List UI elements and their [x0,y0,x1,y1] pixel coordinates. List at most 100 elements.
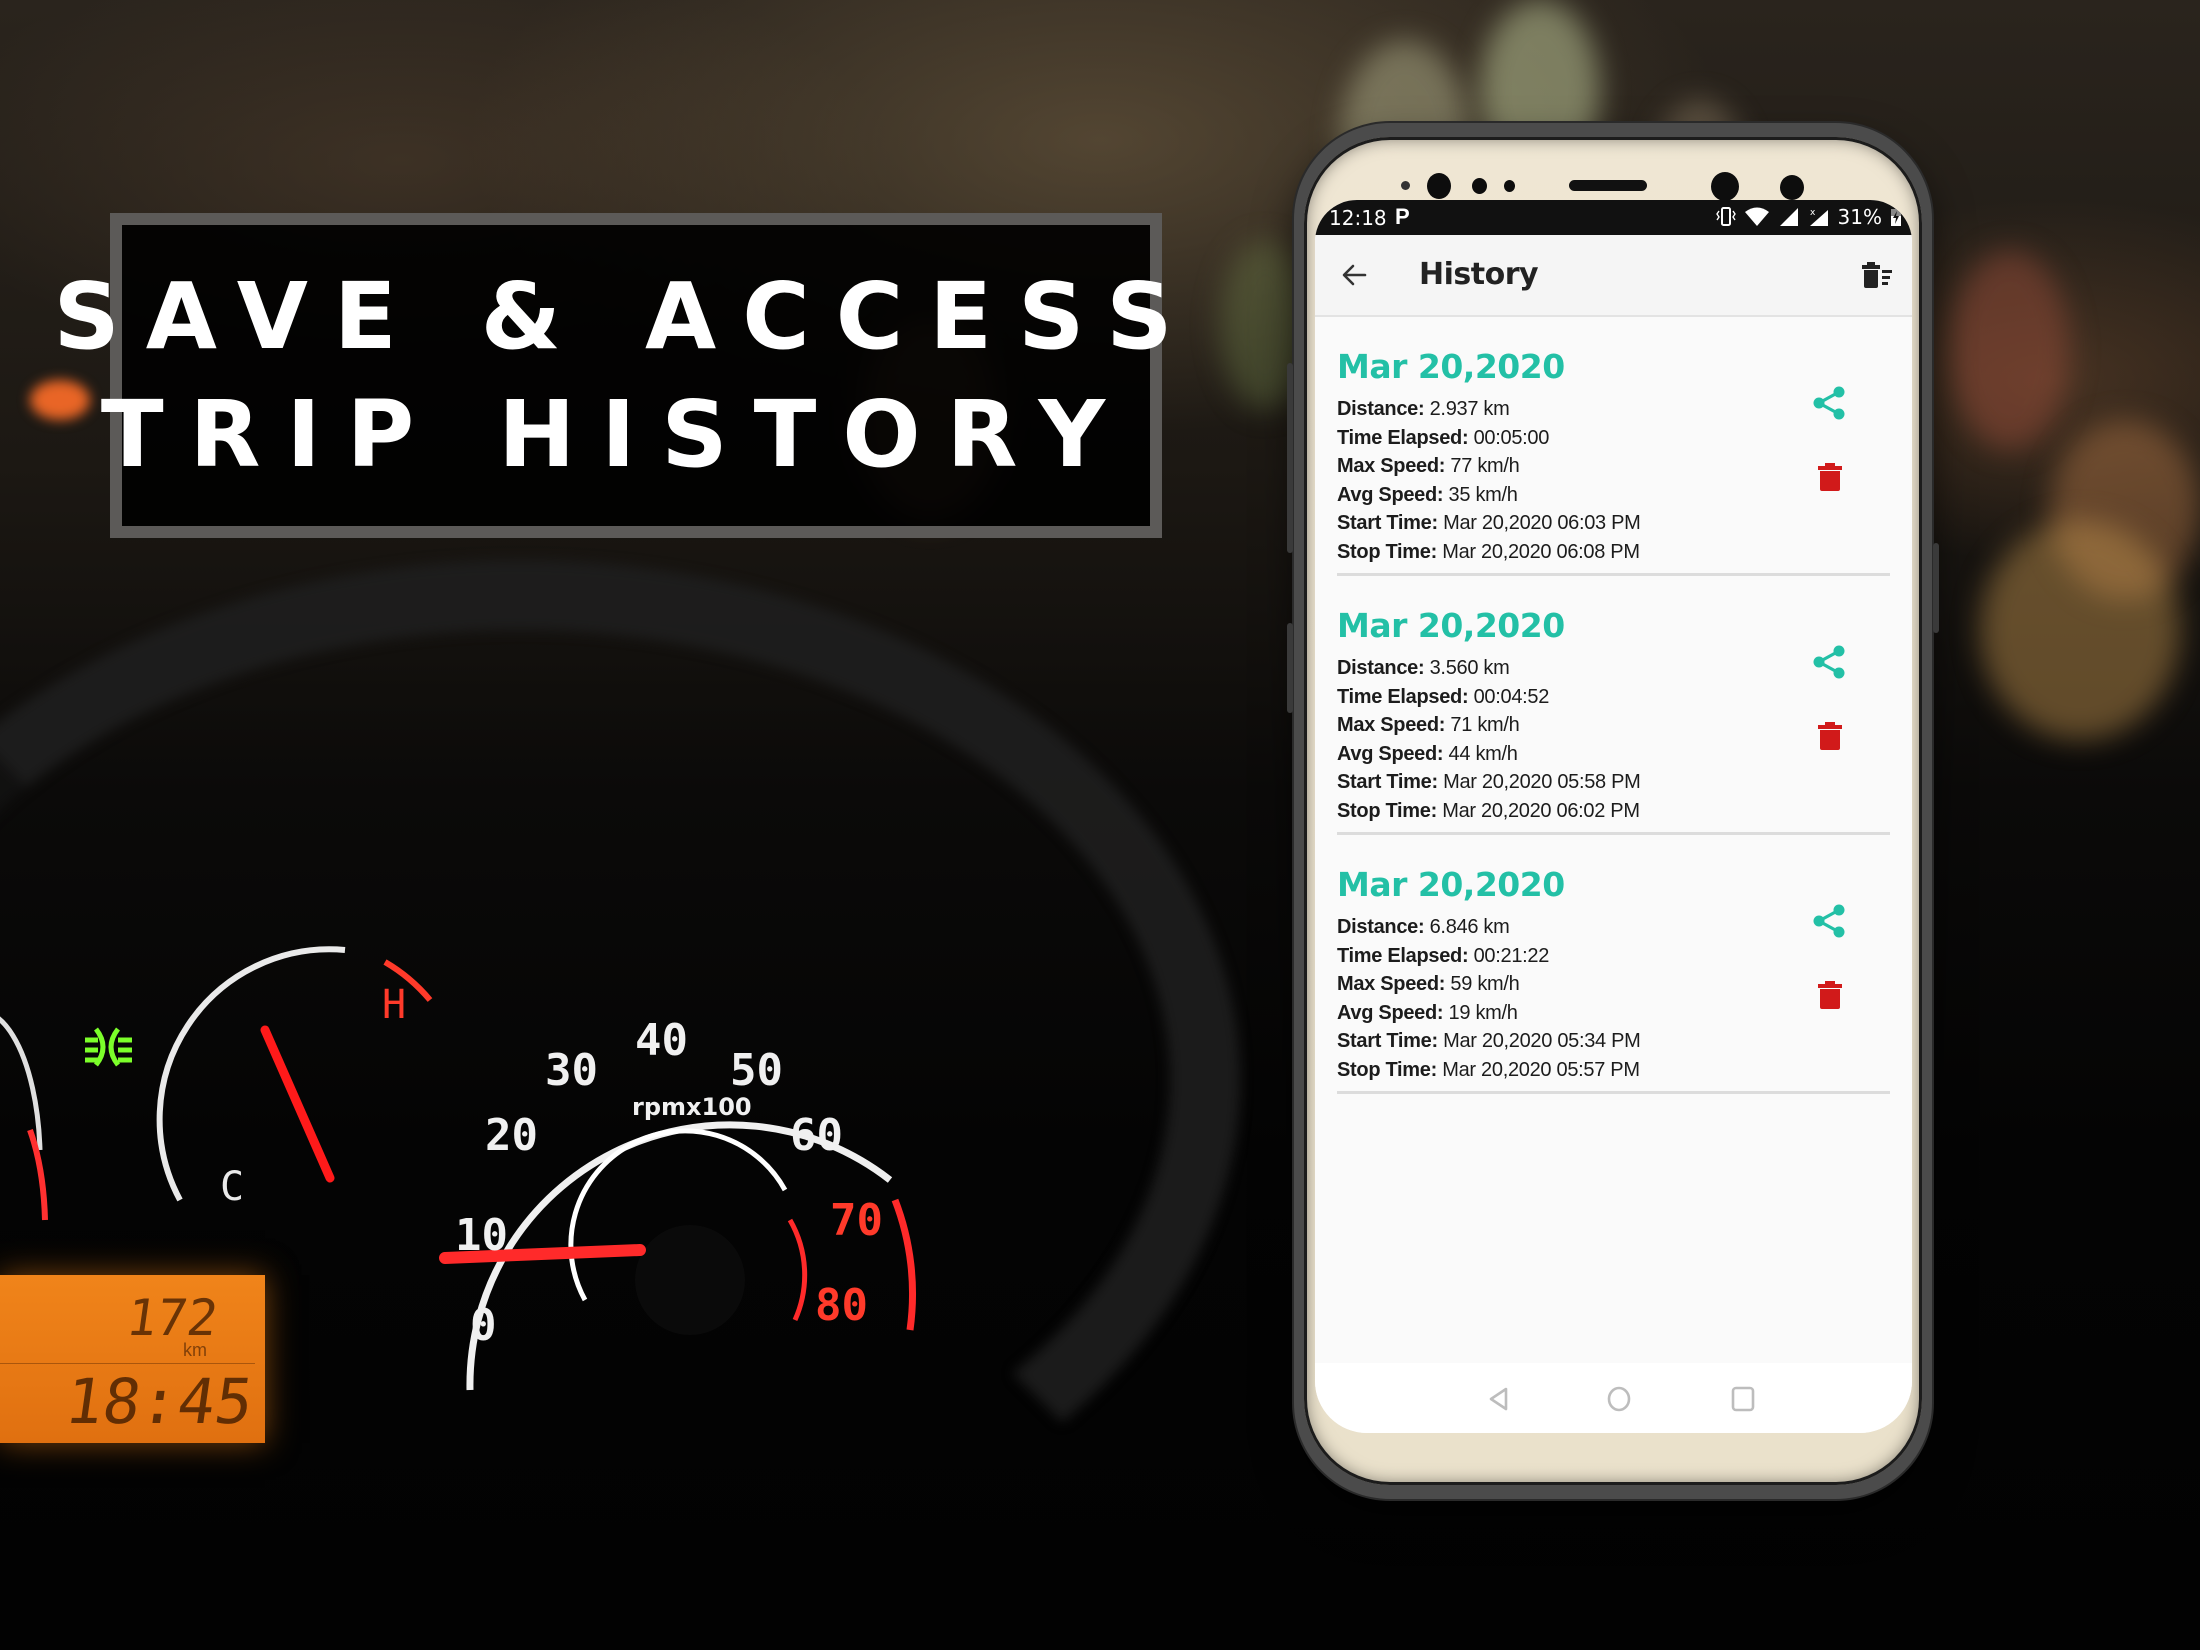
signal-no-data-icon: x [1809,208,1828,226]
trip-start-time: Start Time: Mar 20,2020 05:58 PM [1337,768,1641,797]
trip-time-elapsed: Time Elapsed: 00:05:00 [1337,424,1641,453]
trip-avg-speed-label: Avg Speed: [1337,1001,1444,1024]
system-nav-bar [1315,1363,1912,1433]
svg-text:x: x [1810,208,1816,218]
signal-icon [1779,208,1798,226]
headlight-indicator-icon [85,1027,132,1067]
trip-distance-value: 6.846 km [1429,916,1510,938]
tach-hub [635,1225,745,1335]
delete-trip-icon[interactable] [1818,721,1842,751]
volume-button[interactable] [1287,363,1293,553]
trip-distance: Distance: 3.560 km [1337,654,1641,683]
trip-avg-speed: Avg Speed: 44 km/h [1337,740,1641,769]
home-circle-icon[interactable] [1605,1385,1633,1413]
back-triangle-icon[interactable] [1485,1385,1513,1413]
front-camera-icon [1711,172,1739,201]
trip-stop-time: Stop Time: Mar 20,2020 06:08 PM [1337,538,1641,567]
status-time: 12:18 [1329,206,1387,230]
recents-square-icon[interactable] [1729,1385,1757,1413]
trip-start-time-label: Start Time: [1337,512,1438,534]
trip-start-time-value: Mar 20,2020 05:34 PM [1443,1030,1641,1052]
power-button[interactable] [1933,543,1939,633]
trip-start-time-value: Mar 20,2020 05:58 PM [1443,771,1641,793]
share-icon[interactable] [1812,903,1846,939]
trip-distance-value: 3.560 km [1429,657,1510,679]
trip-stop-time: Stop Time: Mar 20,2020 05:57 PM [1337,1056,1641,1085]
trip-time-elapsed: Time Elapsed: 00:04:52 [1337,683,1641,712]
battery-charging-icon [1891,209,1901,226]
trip-time-elapsed-value: 00:21:22 [1473,944,1550,967]
trip-stop-time-label: Stop Time: [1337,799,1437,822]
arrow-left-icon[interactable] [1339,259,1371,291]
share-icon[interactable] [1812,385,1846,421]
delete-trip-icon[interactable] [1818,980,1842,1010]
tach-redline-arc [891,1198,917,1331]
trip-stop-time-value: Mar 20,2020 05:57 PM [1442,1058,1640,1081]
front-camera-icon [1427,173,1451,199]
tach-tick-40: 40 [635,1015,688,1066]
trip-distance-label: Distance: [1337,398,1425,420]
trip-stop-time-label: Stop Time: [1337,1058,1437,1081]
temp-gauge-arc [156,946,346,1202]
trip-time-elapsed-label: Time Elapsed: [1337,426,1469,449]
dashboard-clock: 18:45 [61,1365,259,1438]
sensor-dot [1401,181,1410,190]
vibrate-icon [1715,207,1736,226]
tach-unit-label: rpmx100 [632,1093,752,1121]
delete-all-icon[interactable] [1860,259,1894,291]
trip-time-elapsed-label: Time Elapsed: [1337,685,1469,708]
headline-box: SAVE & ACCESS TRIP HISTORY [53,213,1173,538]
trip-time-elapsed-value: 00:05:00 [1473,426,1550,449]
trip-max-speed-label: Max Speed: [1337,973,1446,995]
sensor-dot [1472,178,1487,194]
tach-tick-50: 50 [730,1045,783,1096]
trip-avg-speed-value: 35 km/h [1448,483,1518,506]
trip-distance-value: 2.937 km [1429,398,1510,420]
bixby-button[interactable] [1287,623,1293,713]
status-bar: 12:18 P x 31% [1315,200,1912,235]
tach-tick-70: 70 [830,1195,883,1246]
tach-tick-30: 30 [545,1045,598,1096]
delete-trip-icon[interactable] [1818,462,1842,492]
trip-max-speed: Max Speed: 71 km/h [1337,711,1641,740]
trip-start-time-label: Start Time: [1337,771,1438,793]
battery-percent: 31% [1837,205,1882,229]
trip-date: Mar 20,2020 [1337,865,1565,904]
wifi-icon [1744,207,1769,226]
trip-max-speed-value: 71 km/h [1450,714,1520,736]
tach-tick-0: 0 [470,1300,497,1351]
trip-start-time: Start Time: Mar 20,2020 05:34 PM [1337,1027,1641,1056]
trip-time-elapsed-value: 00:04:52 [1473,685,1550,708]
trip-avg-speed-value: 19 km/h [1448,1001,1518,1024]
temp-needle [260,1025,335,1183]
sensor-dot [1780,175,1804,200]
trip-start-time-label: Start Time: [1337,1030,1438,1052]
trip-distance: Distance: 6.846 km [1337,913,1641,942]
page-title: History [1419,257,1539,292]
share-icon[interactable] [1812,644,1846,680]
bokeh-light [1980,520,2180,740]
trip-max-speed: Max Speed: 77 km/h [1337,452,1641,481]
trip-max-speed: Max Speed: 59 km/h [1337,970,1641,999]
tach-tick-80: 80 [815,1280,868,1331]
sensor-dot [1504,180,1515,192]
trip-stop-time: Stop Time: Mar 20,2020 06:02 PM [1337,797,1641,826]
trip-distance-label: Distance: [1337,657,1425,679]
parking-p-icon: P [1395,204,1410,229]
trip-card: Mar 20,2020 Distance: 3.560 km Time Elap… [1337,576,1890,835]
trip-card: Mar 20,2020 Distance: 2.937 km Time Elap… [1337,317,1890,576]
trip-date: Mar 20,2020 [1337,606,1565,645]
tach-tick-10: 10 [455,1210,508,1261]
trip-max-speed-label: Max Speed: [1337,455,1446,477]
app-bar: History [1315,235,1912,317]
tach-tick-60: 60 [790,1110,843,1161]
trip-history-list: Mar 20,2020 Distance: 2.937 km Time Elap… [1315,317,1912,1094]
trip-stop-time-value: Mar 20,2020 06:08 PM [1442,540,1640,563]
tach-tick-20: 20 [485,1110,538,1161]
lcd-divider [0,1363,255,1364]
trip-stop-time-label: Stop Time: [1337,540,1437,563]
bokeh-light [1950,250,2070,450]
trip-max-speed-value: 77 km/h [1450,455,1520,477]
trip-distance-label: Distance: [1337,916,1425,938]
earpiece-speaker [1569,180,1647,191]
